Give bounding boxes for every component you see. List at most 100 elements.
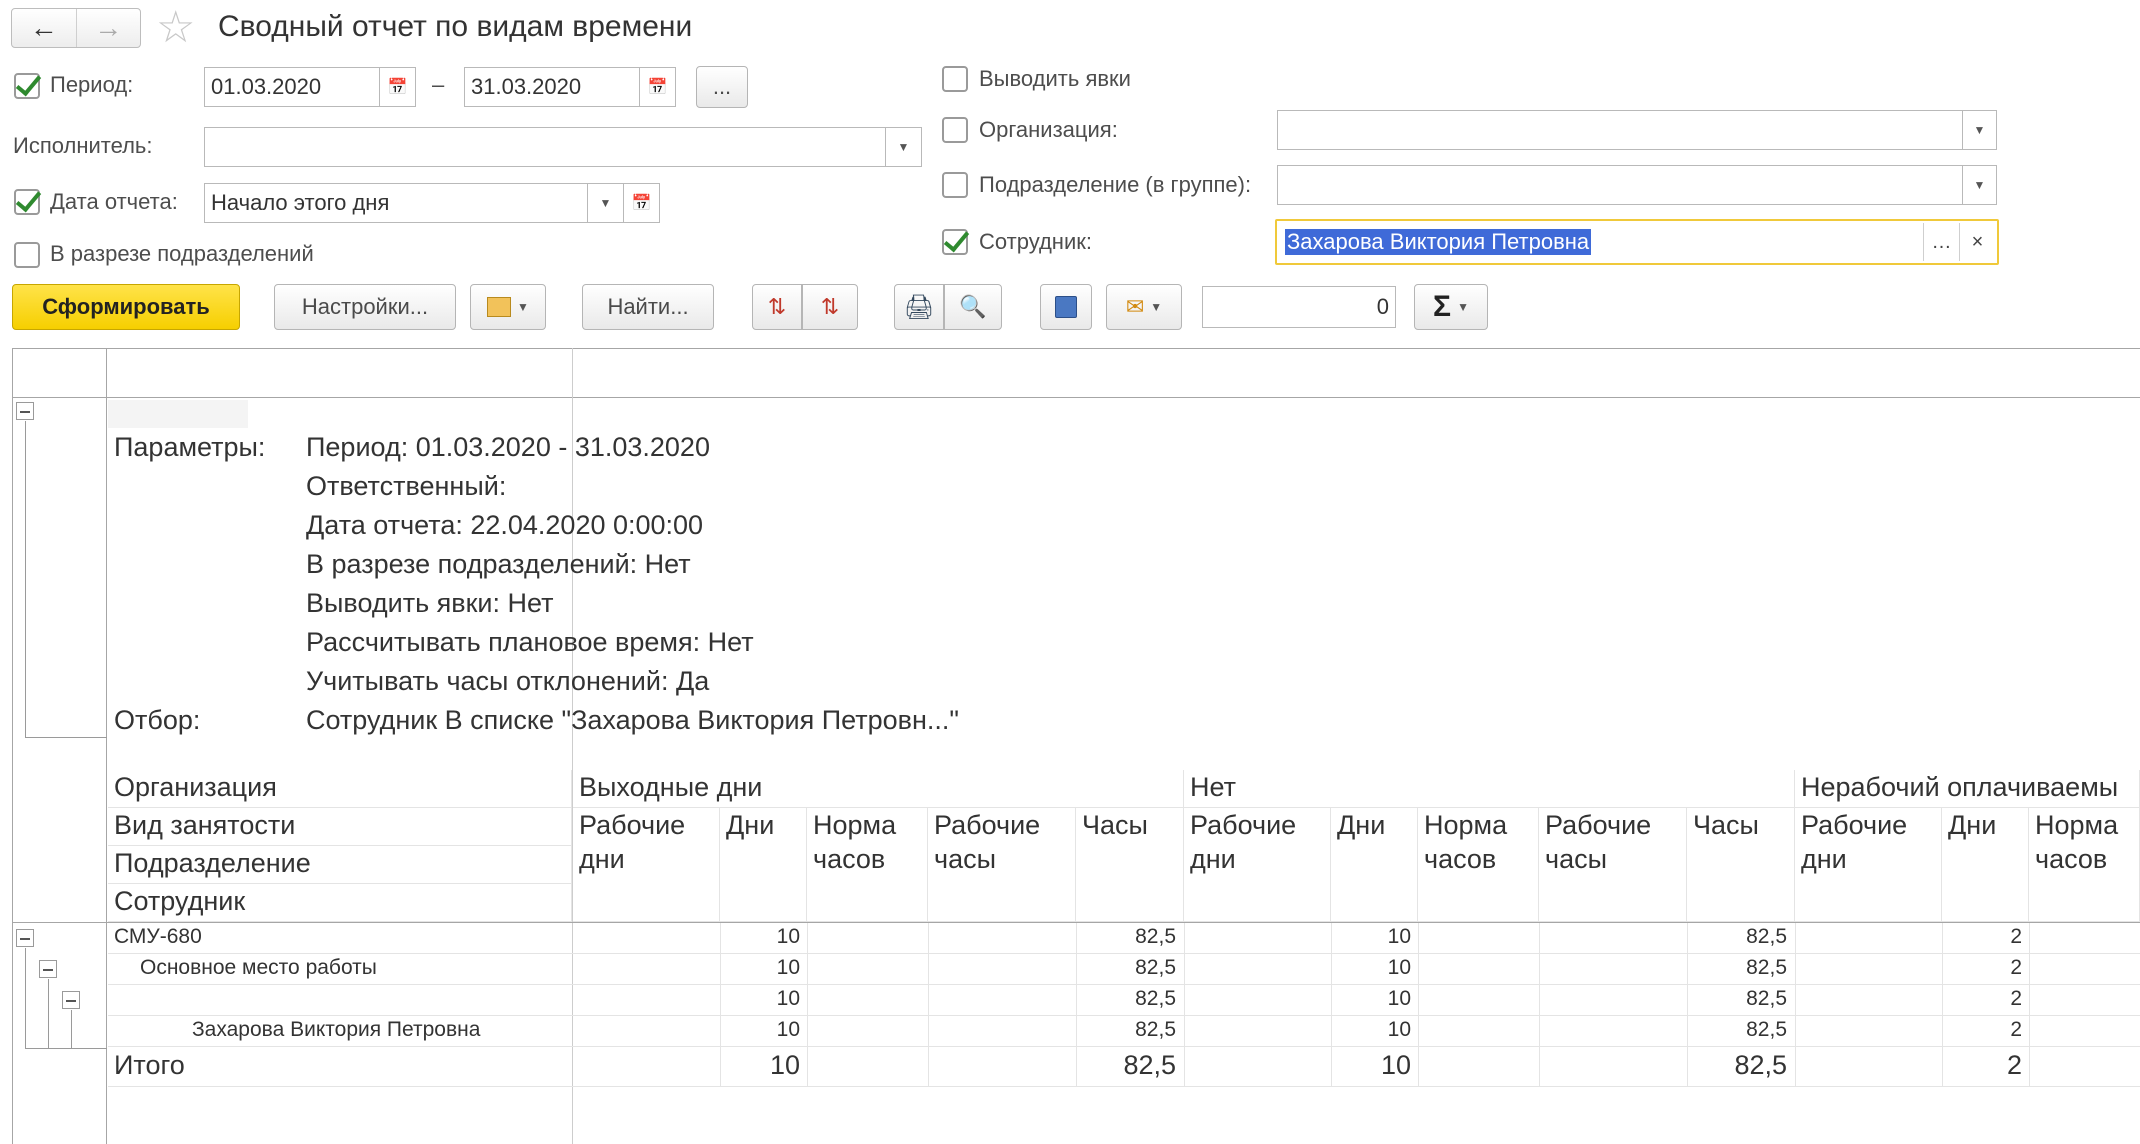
back-arrow-icon[interactable]: ←	[12, 9, 77, 47]
outline-line	[25, 1048, 107, 1049]
column-separator	[807, 923, 808, 1087]
employee-checkbox[interactable]	[942, 229, 968, 255]
cell-g2-hours: 82,5	[1746, 1018, 1787, 1041]
variant-dropdown-button[interactable]: ▼	[470, 284, 546, 330]
param-planned-time: Рассчитывать плановое время: Нет	[306, 627, 754, 657]
param-period: Период: 01.03.2020 - 31.03.2020	[306, 432, 710, 462]
sub-header: Норма часов	[807, 808, 928, 922]
organization-label: Организация:	[979, 117, 1118, 142]
print-button[interactable]: 🖨	[894, 284, 944, 330]
preview-button[interactable]: 🔍	[944, 284, 1002, 330]
by-division-label: В разрезе подразделений	[50, 241, 314, 266]
column-separator	[1184, 923, 1185, 1087]
settings-button[interactable]: Настройки...	[274, 284, 456, 330]
column-separator	[1942, 923, 1943, 1087]
generate-button[interactable]: Сформировать	[12, 284, 240, 330]
period-from-field[interactable]: 01.03.2020	[204, 67, 380, 107]
sum-dropdown-button[interactable]: Σ ▼	[1414, 284, 1488, 330]
collapse-params-icon[interactable]	[16, 402, 34, 420]
total-g1-hours: 82,5	[1123, 1050, 1176, 1080]
nav-buttons: ← →	[11, 8, 141, 48]
period-to-field[interactable]: 31.03.2020	[464, 67, 640, 107]
employee-select-button[interactable]: …	[1923, 223, 1959, 261]
find-button[interactable]: Найти...	[582, 284, 714, 330]
cell-g3-days: 2	[2010, 956, 2022, 979]
row-label: СМУ-680	[114, 925, 202, 948]
total-g2-days: 10	[1380, 1050, 1411, 1080]
filter-value: Сотрудник В списке "Захарова Виктория Пе…	[306, 705, 959, 735]
row-label: Захарова Виктория Петровна	[192, 1018, 481, 1041]
params-label: Параметры:	[114, 432, 266, 462]
filter-label: Отбор:	[114, 705, 201, 735]
number-field[interactable]: 0	[1202, 286, 1396, 328]
cell-g2-hours: 82,5	[1746, 987, 1787, 1010]
cell-g1-hours: 82,5	[1135, 956, 1176, 979]
column-separator	[720, 923, 721, 1087]
report-date-calendar-icon[interactable]: 📅	[624, 183, 660, 223]
sort-descending-button[interactable]: ⇅	[752, 284, 802, 330]
chevron-down-icon: ▼	[517, 300, 529, 314]
period-from-calendar-icon[interactable]: 📅	[380, 67, 416, 107]
total-row: Итого 10 82,5 10 82,5 2	[108, 1047, 2140, 1087]
report-variant-icon	[487, 297, 512, 317]
cell-g3-days: 2	[2010, 987, 2022, 1010]
subdivision-checkbox[interactable]	[942, 172, 968, 198]
executor-dropdown-icon[interactable]: ▼	[886, 127, 922, 167]
employee-field[interactable]: Захарова Виктория Петровна	[1279, 223, 1923, 261]
forward-arrow-icon[interactable]: →	[77, 9, 141, 47]
collapse-employment-type-icon[interactable]	[39, 960, 57, 978]
report-date-checkbox[interactable]	[14, 189, 40, 215]
total-g2-hours: 82,5	[1734, 1050, 1787, 1080]
sub-header: Рабочие часы	[1539, 808, 1687, 922]
outline-line	[25, 737, 107, 738]
cell-g1-days: 10	[776, 925, 800, 948]
report-date-field[interactable]: Начало этого дня	[204, 183, 588, 223]
subdivision-dropdown-icon[interactable]: ▼	[1963, 165, 1997, 205]
sub-header: Рабочие дни	[1795, 808, 1942, 922]
group-header-weekends: Выходные дни	[573, 770, 1184, 808]
chevron-down-icon: ▼	[1150, 300, 1163, 314]
report-date-label: Дата отчета:	[50, 189, 178, 214]
sort-ascending-icon: ⇅	[820, 294, 840, 319]
cell-g2-days: 10	[1387, 1018, 1411, 1041]
sub-header: Рабочие дни	[1184, 808, 1331, 922]
report-date-dropdown-icon[interactable]: ▼	[588, 183, 624, 223]
row-header-employment-type: Вид занятости	[108, 808, 572, 846]
organization-field[interactable]	[1277, 110, 1963, 150]
organization-checkbox[interactable]	[942, 117, 968, 143]
param-report-date: Дата отчета: 22.04.2020 0:00:00	[306, 510, 704, 540]
group-header-none: Нет	[1184, 770, 1795, 808]
table-row: Захарова Виктория Петровна 10 82,5 10 82…	[108, 1016, 2140, 1047]
period-to-calendar-icon[interactable]: 📅	[640, 67, 676, 107]
group-header-nonworking-paid: Нерабочий оплачиваемы	[1795, 770, 2140, 808]
employee-label: Сотрудник:	[979, 229, 1092, 254]
period-label: Период:	[50, 72, 134, 97]
period-checkbox[interactable]	[14, 73, 40, 99]
sub-header: Рабочие дни	[573, 808, 720, 922]
cell-g2-hours: 82,5	[1746, 925, 1787, 948]
send-email-button[interactable]: ✉ ▼	[1106, 284, 1182, 330]
employee-value: Захарова Виктория Петровна	[1285, 229, 1592, 255]
header-placeholder	[108, 400, 248, 428]
outline-line	[71, 1010, 72, 1048]
sort-ascending-button[interactable]: ⇅	[802, 284, 858, 330]
executor-field[interactable]	[204, 127, 886, 167]
favorite-star-icon[interactable]: ☆	[156, 4, 195, 52]
cell-g1-hours: 82,5	[1135, 1018, 1176, 1041]
organization-dropdown-icon[interactable]: ▼	[1963, 110, 1997, 150]
period-select-button[interactable]: ...	[696, 66, 748, 108]
row-header-employee: Сотрудник	[108, 884, 572, 922]
sigma-icon: Σ	[1433, 290, 1452, 323]
by-division-checkbox[interactable]	[14, 242, 40, 268]
employee-clear-icon[interactable]: ×	[1959, 223, 1995, 261]
param-responsible: Ответственный:	[306, 471, 507, 501]
cell-g2-days: 10	[1387, 987, 1411, 1010]
subdivision-field[interactable]	[1277, 165, 1963, 205]
show-attendance-checkbox[interactable]	[942, 66, 968, 92]
collapse-organization-icon[interactable]	[16, 929, 34, 947]
report-date-value: Начало этого дня	[211, 190, 390, 215]
collapse-subdivision-icon[interactable]	[62, 991, 80, 1009]
save-button[interactable]	[1040, 284, 1092, 330]
param-attendance: Выводить явки: Нет	[306, 588, 554, 618]
total-g3-days: 2	[2006, 1050, 2022, 1080]
